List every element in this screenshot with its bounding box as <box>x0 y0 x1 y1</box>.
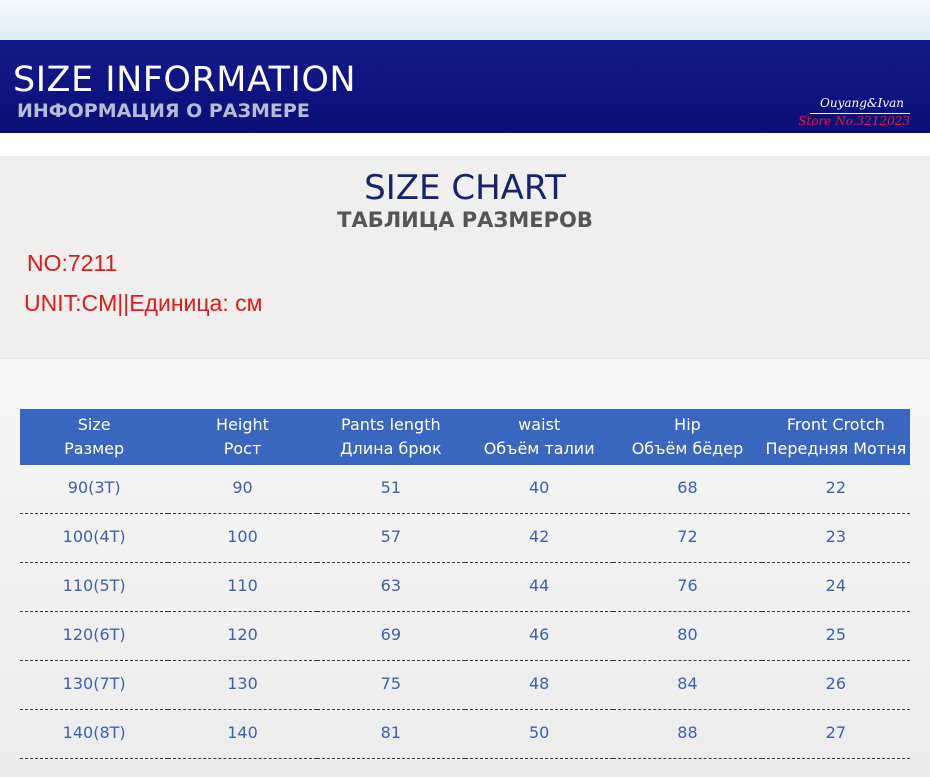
banner-subtitle: ИНФОРМАЦИЯ О РАЗМЕРЕ <box>17 100 310 122</box>
top-strip <box>0 0 930 40</box>
height-cell: 130 <box>168 660 317 710</box>
size-cell: 140(8T) <box>20 709 169 759</box>
header-label-ru: Длина брюк <box>340 439 442 458</box>
header-label-en: Hip <box>674 415 701 434</box>
size-info-banner: SIZE INFORMATION ИНФОРМАЦИЯ О РАЗМЕРЕ Ou… <box>0 40 930 133</box>
header-label-en: Pants length <box>341 415 441 434</box>
waist-cell: 50 <box>464 709 614 759</box>
front-crotch-cell: 22 <box>761 465 910 514</box>
header-label-ru: Размер <box>64 439 125 458</box>
table-row: 140(8T) 140 81 50 88 27 <box>20 709 910 759</box>
waist-cell: 44 <box>464 562 614 612</box>
front-crotch-cell: 26 <box>761 660 910 710</box>
size-cell: 120(6T) <box>20 611 169 661</box>
header-label-ru: Передняя Мотня <box>765 439 907 458</box>
size-cell: 130(7T) <box>20 660 169 710</box>
hip-cell: 84 <box>613 660 762 710</box>
chart-subtitle: ТАБЛИЦА РАЗМЕРОВ <box>337 208 593 232</box>
waist-cell: 42 <box>464 513 614 563</box>
header-front-crotch: Front Crotch Передняя Мотня <box>761 409 910 465</box>
hip-cell: 88 <box>613 709 762 759</box>
size-cell: 90(3T) <box>20 465 169 514</box>
front-crotch-cell: 27 <box>761 709 910 759</box>
header-height: Height Рост <box>168 409 317 465</box>
header-label-en: waist <box>518 415 561 434</box>
pants-length-cell: 51 <box>316 465 465 514</box>
header-pants-length: Pants length Длина брюк <box>316 409 465 465</box>
pants-length-cell: 69 <box>316 611 465 661</box>
hip-cell: 72 <box>613 513 762 563</box>
size-cell: 110(5T) <box>20 562 169 612</box>
brand-name: Ouyang&Ivan <box>820 96 904 110</box>
pants-length-cell: 75 <box>316 660 465 710</box>
front-crotch-cell: 25 <box>761 611 910 661</box>
chart-title: SIZE CHART <box>364 168 566 208</box>
table-row: 100(4T) 100 57 42 72 23 <box>20 513 910 563</box>
waist-cell: 46 <box>464 611 614 661</box>
front-crotch-cell: 24 <box>761 562 910 612</box>
pants-length-cell: 81 <box>316 709 465 759</box>
header-label-ru: Объём талии <box>483 439 595 458</box>
height-cell: 140 <box>168 709 317 759</box>
hip-cell: 76 <box>613 562 762 612</box>
height-cell: 120 <box>168 611 317 661</box>
header-label-en: Front Crotch <box>786 415 885 434</box>
table-row: 90(3T) 90 51 40 68 22 <box>20 465 910 514</box>
table-row: 130(7T) 130 75 48 84 26 <box>20 660 910 710</box>
banner-title: SIZE INFORMATION <box>13 60 357 100</box>
header-hip: Hip Объём бёдер <box>613 409 762 465</box>
item-number: NO:7211 <box>27 250 118 276</box>
header-label-en: Height <box>216 415 269 434</box>
spacer <box>0 133 930 156</box>
height-cell: 90 <box>168 465 317 514</box>
header-label-ru: Рост <box>223 439 262 458</box>
table-header-row: Size Размер Height Рост Pants length Длина … <box>20 409 910 465</box>
header-label-ru: Объём бёдер <box>631 439 744 458</box>
unit-label: UNIT:CM||Единица: см <box>24 290 263 316</box>
header-label-en: Size <box>77 415 111 434</box>
height-cell: 110 <box>168 562 317 612</box>
hip-cell: 80 <box>613 611 762 661</box>
pants-length-cell: 57 <box>316 513 465 563</box>
hip-cell: 68 <box>613 465 762 514</box>
size-table: Size Размер Height Рост Pants length Длина … <box>20 409 910 759</box>
front-crotch-cell: 23 <box>761 513 910 563</box>
waist-cell: 40 <box>464 465 614 514</box>
table-row: 110(5T) 110 63 44 76 24 <box>20 562 910 612</box>
waist-cell: 48 <box>464 660 614 710</box>
size-cell: 100(4T) <box>20 513 169 563</box>
table-row: 120(6T) 120 69 46 80 25 <box>20 611 910 661</box>
store-number: Store No.3212023 <box>798 114 910 128</box>
pants-length-cell: 63 <box>316 562 465 612</box>
header-waist: waist Объём талии <box>464 409 614 465</box>
height-cell: 100 <box>168 513 317 563</box>
header-size: Size Размер <box>20 409 169 465</box>
